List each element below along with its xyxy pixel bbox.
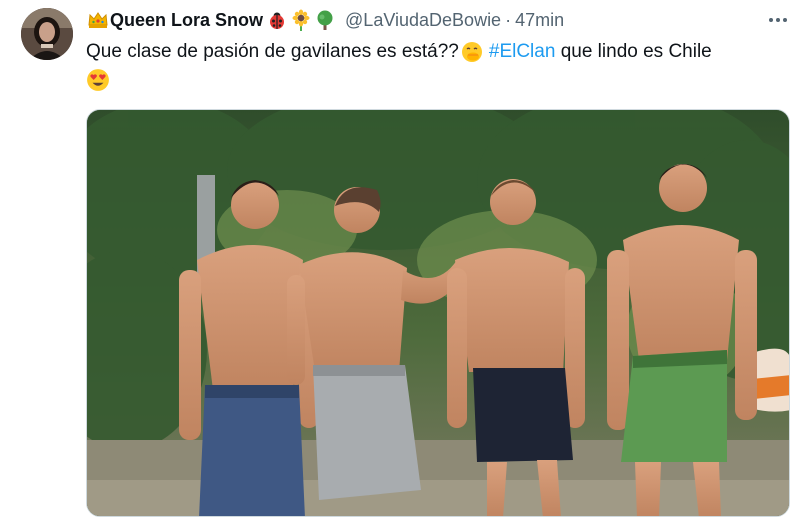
ellipsis-icon [769,18,787,22]
photo-of-four-men-icon [87,110,789,516]
more-options-button[interactable] [764,8,792,32]
tweet-photo[interactable] [86,109,790,517]
display-name[interactable]: Queen Lora Snow [86,9,337,31]
tweet-header: Queen Lora Snow @LaViudaDeBowie · 47min [86,7,564,33]
timestamp[interactable]: 47min [515,10,564,31]
ladybug-emoji [266,9,288,31]
crown-emoji [87,9,109,31]
user-handle[interactable]: @LaViudaDeBowie [345,10,501,31]
hashtag-link[interactable]: #ElClan [489,41,556,62]
tree-emoji [314,9,336,31]
display-name-text: Queen Lora Snow [110,9,264,30]
heart-eyes-emoji [86,68,109,91]
sunflower-emoji [290,9,312,31]
tweet[interactable]: Queen Lora Snow @LaViudaDeBowie · 47min … [0,0,800,526]
hand-over-mouth-emoji [461,41,483,63]
separator-dot: · [505,9,512,30]
tweet-text-part2: que lindo es Chile [555,41,712,62]
avatar[interactable] [21,8,73,60]
tweet-text-part1: Que clase de pasión de gavilanes es está… [86,41,459,62]
tweet-text: Que clase de pasión de gavilanes es está… [86,38,786,92]
